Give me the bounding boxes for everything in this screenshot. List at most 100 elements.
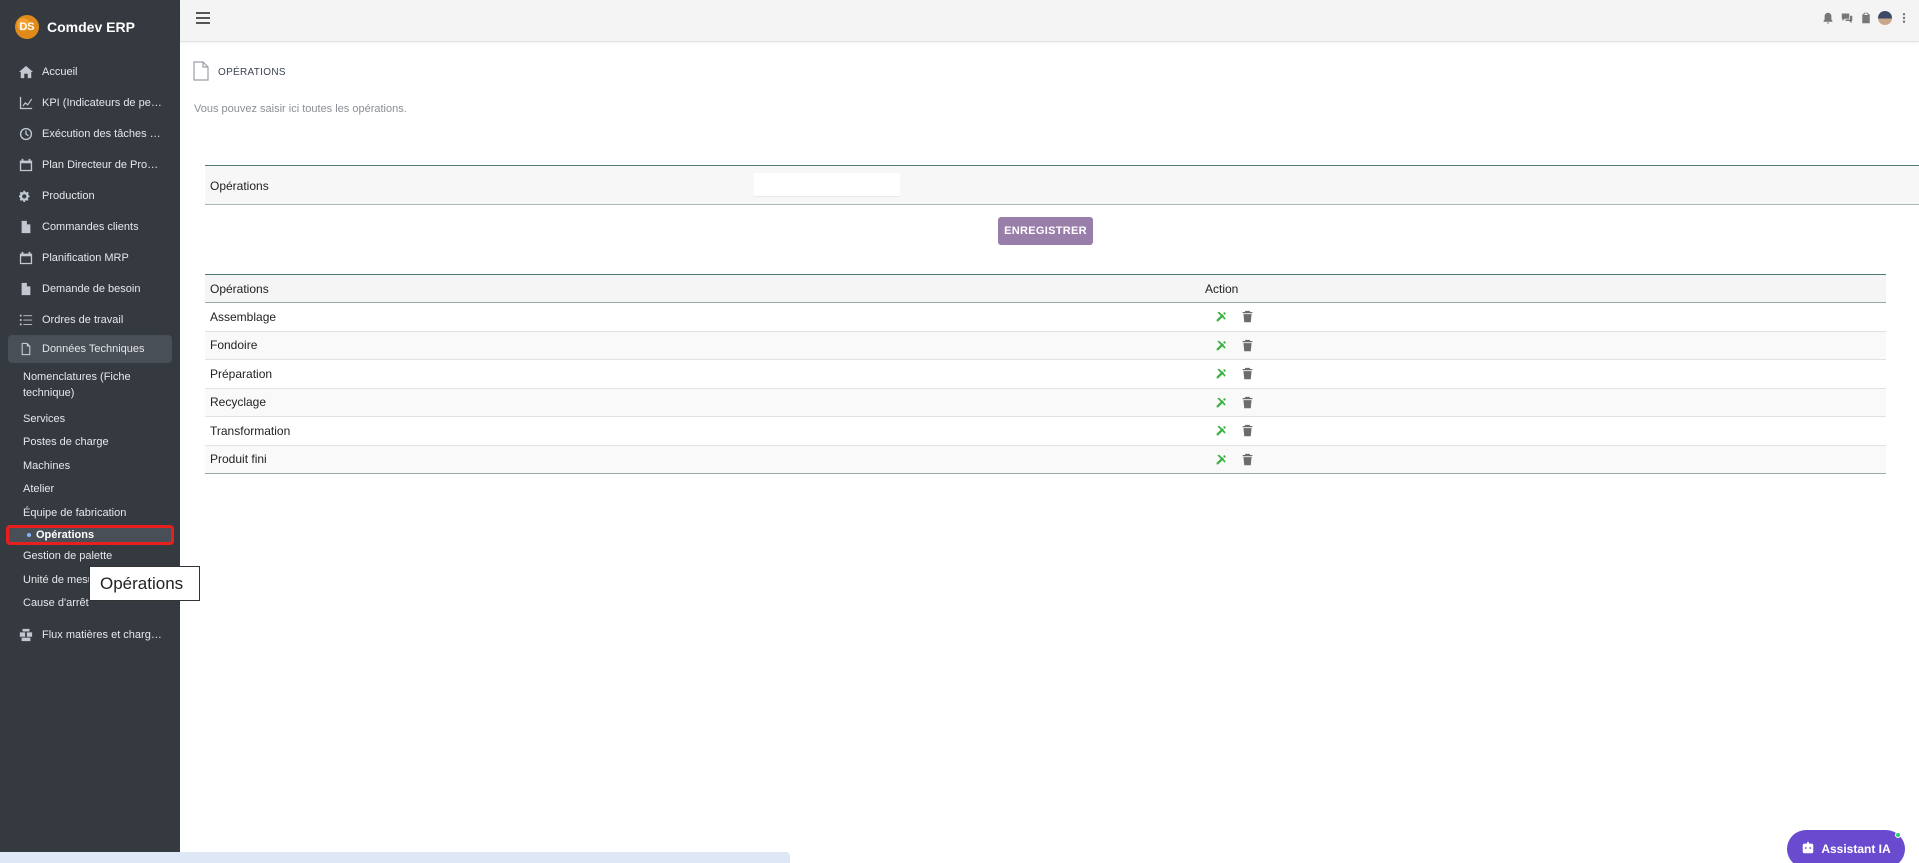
calendar-icon (18, 157, 34, 173)
trash-icon[interactable] (1239, 366, 1255, 382)
sidebar-item-label: Production (42, 189, 95, 202)
bottom-status-strip (0, 852, 790, 863)
sidebar-item-ordres-travail[interactable]: Ordres de travail (0, 304, 180, 335)
calendar-icon (18, 250, 34, 266)
action-cell (1200, 359, 1886, 389)
sidebar-subitem-postes-charge[interactable]: Postes de charge (0, 431, 180, 455)
sidebar-item-label: Données Techniques (42, 343, 145, 355)
table-row: Préparation (205, 359, 1886, 389)
action-cell (1200, 331, 1886, 360)
clipboard-icon[interactable] (1859, 11, 1873, 25)
edit-icon[interactable] (1213, 337, 1229, 353)
edit-icon[interactable] (1213, 423, 1229, 439)
active-dot-icon (27, 532, 31, 537)
sidebar-item-label: Ordres de travail (42, 313, 124, 326)
operation-input[interactable] (754, 173, 900, 197)
table-row: Assemblage (205, 302, 1886, 332)
table-header-row: Opérations Action (205, 274, 1886, 303)
sidebar-item-flux-matieres[interactable]: Flux matières et charges (0, 619, 180, 650)
page-description: Vous pouvez saisir ici toutes les opérat… (194, 103, 407, 115)
operation-name-cell: Fondoire (205, 331, 1200, 360)
trash-icon[interactable] (1239, 394, 1255, 410)
assistant-ia-button[interactable]: Assistant IA (1787, 830, 1905, 863)
table-row: Transformation (205, 416, 1886, 446)
assistant-ia-label: Assistant IA (1821, 842, 1891, 856)
clock-icon (18, 126, 34, 142)
online-status-dot (1895, 832, 1901, 838)
sidebar-item-accueil[interactable]: Accueil (0, 56, 180, 87)
sidebar-item-label: KPI (Indicateurs de perf… (42, 96, 162, 109)
more-vertical-icon[interactable] (1897, 11, 1911, 25)
boxes-icon (18, 627, 34, 643)
sidebar-item-label: Exécution des tâches d'… (42, 127, 162, 140)
operation-form: Opérations (205, 165, 1919, 205)
edit-icon[interactable] (1213, 366, 1229, 382)
column-header-operations[interactable]: Opérations (205, 274, 1200, 303)
sidebar-item-demande-besoin[interactable]: Demande de besoin (0, 273, 180, 304)
file-icon (18, 219, 34, 235)
brand-logo: DS (15, 15, 39, 39)
bell-icon[interactable] (1821, 11, 1835, 25)
sidebar-nav: Accueil KPI (Indicateurs de perf… Exécut… (0, 54, 180, 650)
file-outline-icon (18, 341, 34, 357)
action-cell (1200, 388, 1886, 417)
home-icon (18, 64, 34, 80)
sidebar-item-production[interactable]: Production (0, 180, 180, 211)
file-icon (18, 281, 34, 297)
hamburger-menu-icon[interactable] (196, 12, 210, 24)
action-cell (1200, 445, 1886, 474)
sidebar-subitem-label: Opérations (36, 528, 95, 541)
page-title: OPÉRATIONS (218, 67, 286, 78)
chart-line-icon (18, 95, 34, 111)
sidebar-subitem-palette[interactable]: Gestion de palette (0, 545, 180, 569)
sidebar-subitem-equipe[interactable]: Équipe de fabrication (0, 501, 180, 525)
operation-name-cell: Produit fini (205, 445, 1200, 474)
document-icon (193, 61, 209, 84)
table-row: Fondoire (205, 331, 1886, 360)
edit-icon[interactable] (1213, 309, 1229, 325)
sidebar-subitem-nomenclatures[interactable]: Nomenclatures (Fiche technique) (0, 363, 180, 407)
sidebar-item-kpi[interactable]: KPI (Indicateurs de perf… (0, 87, 180, 118)
brand-name: Comdev ERP (47, 19, 135, 35)
action-cell (1200, 302, 1886, 332)
sidebar-subitem-operations[interactable]: Opérations (6, 524, 174, 545)
main-content: OPÉRATIONS Vous pouvez saisir ici toutes… (180, 43, 1919, 863)
edit-icon[interactable] (1213, 451, 1229, 467)
sidebar-item-label: Plan Directeur de Productio (42, 158, 162, 171)
robot-icon (1801, 841, 1821, 858)
sidebar-item-label: Demande de besoin (42, 282, 141, 295)
sidebar-item-label: Accueil (42, 65, 78, 78)
sidebar-subitem-atelier[interactable]: Atelier (0, 478, 180, 502)
avatar[interactable] (1878, 11, 1892, 25)
brand[interactable]: DS Comdev ERP (0, 0, 180, 54)
sidebar-subitem-services[interactable]: Services (0, 407, 180, 431)
operation-name-cell: Assemblage (205, 302, 1200, 332)
sidebar-item-execution[interactable]: Exécution des tâches d'… (0, 118, 180, 149)
sidebar-item-label: Flux matières et charges (42, 628, 162, 641)
sidebar-item-plan-directeur[interactable]: Plan Directeur de Productio (0, 149, 180, 180)
operation-field-label: Opérations (210, 179, 269, 193)
tasks-icon (18, 312, 34, 328)
sidebar-item-commandes-clients[interactable]: Commandes clients (0, 211, 180, 242)
topbar (180, 0, 1919, 42)
edit-icon[interactable] (1213, 394, 1229, 410)
save-button[interactable]: ENREGISTRER (998, 217, 1093, 245)
column-header-action[interactable]: Action (1200, 274, 1886, 303)
trash-icon[interactable] (1239, 337, 1255, 353)
sidebar-item-label: Commandes clients (42, 220, 139, 233)
operation-name-cell: Recyclage (205, 388, 1200, 417)
operation-name-cell: Préparation (205, 359, 1200, 389)
trash-icon[interactable] (1239, 423, 1255, 439)
sidebar-item-donnees-techniques[interactable]: Données Techniques (8, 335, 172, 363)
table-row: Recyclage (205, 388, 1886, 417)
action-cell (1200, 416, 1886, 446)
sidebar-subitem-machines[interactable]: Machines (0, 454, 180, 478)
gears-icon (18, 188, 34, 204)
table-row: Produit fini (205, 445, 1886, 474)
chat-icon[interactable] (1840, 11, 1854, 25)
sidebar: DS Comdev ERP Accueil KPI (Indicateurs d… (0, 0, 180, 863)
trash-icon[interactable] (1239, 309, 1255, 325)
sidebar-item-planification-mrp[interactable]: Planification MRP (0, 242, 180, 273)
page-header: OPÉRATIONS (193, 61, 286, 84)
trash-icon[interactable] (1239, 451, 1255, 467)
